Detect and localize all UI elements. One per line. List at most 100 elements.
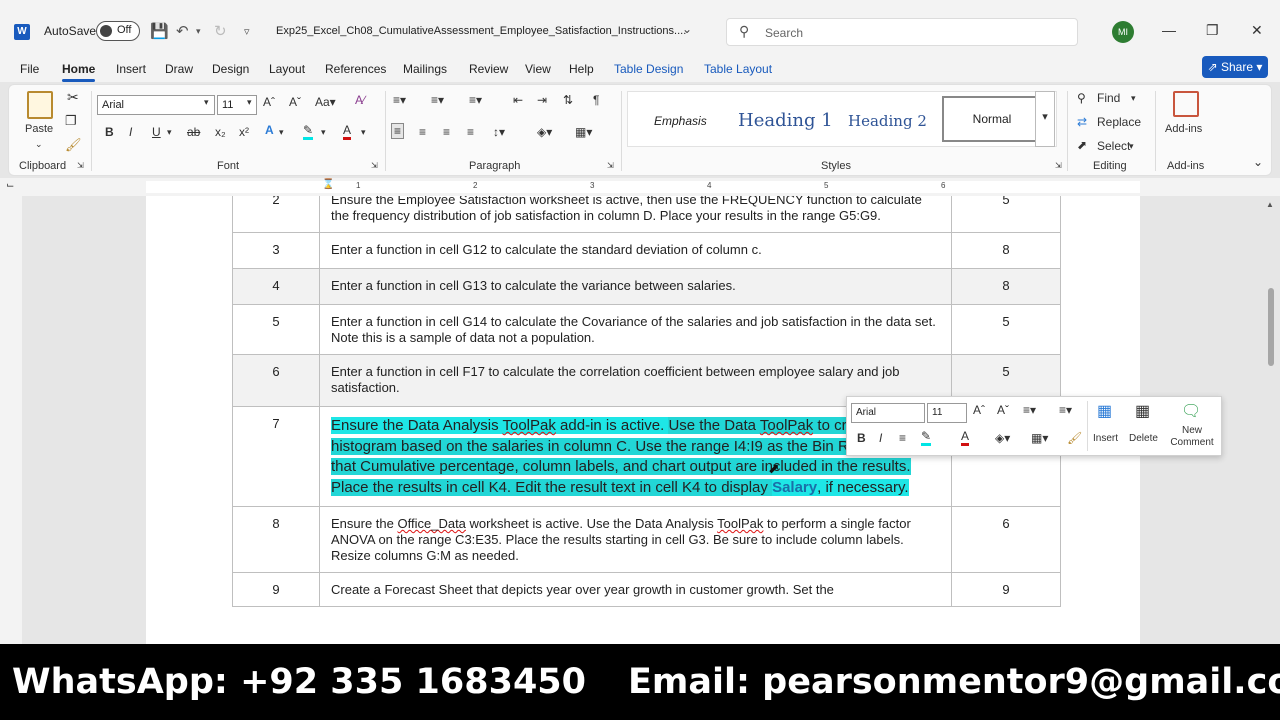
cut-icon[interactable]: ✂: [67, 89, 79, 106]
text-effects-icon[interactable]: A: [265, 123, 274, 137]
show-marks-icon[interactable]: ¶: [593, 93, 599, 107]
tab-review[interactable]: Review: [469, 62, 508, 76]
borders-icon[interactable]: ▦▾: [575, 125, 592, 139]
line-spacing-icon[interactable]: ↕▾: [493, 125, 505, 139]
add-ins-button[interactable]: Add-ins: [1165, 123, 1202, 135]
tab-layout[interactable]: Layout: [269, 62, 305, 76]
avatar[interactable]: MI: [1112, 21, 1134, 43]
find-icon[interactable]: ⚲: [1077, 91, 1086, 105]
step-text[interactable]: Ensure the Employee Satisfaction workshe…: [319, 196, 952, 233]
minimize-icon[interactable]: —: [1162, 22, 1176, 38]
step-text[interactable]: Enter a function in cell G13 to calculat…: [319, 268, 952, 305]
bullets-icon[interactable]: ≡▾: [393, 93, 406, 107]
borders-icon[interactable]: ▦▾: [1031, 431, 1048, 445]
tab-help[interactable]: Help: [569, 62, 594, 76]
replace-icon[interactable]: ⇄: [1077, 115, 1087, 129]
close-icon[interactable]: ✕: [1251, 22, 1263, 39]
tab-insert[interactable]: Insert: [116, 62, 146, 76]
tab-file[interactable]: File: [20, 62, 39, 76]
document-title[interactable]: Exp25_Excel_Ch08_CumulativeAssessment_Em…: [276, 25, 686, 37]
search-box[interactable]: ⚲ Search: [726, 18, 1078, 46]
mini-font-box[interactable]: Arial: [851, 403, 925, 423]
mini-size-box[interactable]: 11: [927, 403, 967, 423]
superscript-icon[interactable]: x²: [239, 125, 249, 139]
replace-button[interactable]: Replace: [1097, 115, 1141, 129]
tab-home[interactable]: Home: [62, 62, 96, 82]
strikethrough-icon[interactable]: ab: [187, 125, 200, 139]
shading-icon[interactable]: ◈▾: [537, 125, 552, 139]
dialog-launcher-icon[interactable]: ⇲: [77, 161, 84, 170]
format-painter-icon[interactable]: 🖌: [65, 137, 82, 153]
tab-draw[interactable]: Draw: [165, 62, 193, 76]
select-icon[interactable]: ⬈: [1077, 138, 1087, 152]
dialog-launcher-icon[interactable]: ⇲: [1055, 161, 1062, 170]
font-color-icon[interactable]: A: [961, 429, 970, 446]
indent-marker[interactable]: ⌛: [322, 179, 334, 190]
paste-icon[interactable]: [27, 91, 53, 119]
style-normal[interactable]: Normal: [942, 96, 1042, 142]
tab-view[interactable]: View: [525, 62, 551, 76]
insert-table-icon[interactable]: ▦: [1097, 401, 1112, 421]
redo-icon[interactable]: ↻: [214, 22, 227, 40]
select-dropdown-icon[interactable]: ▾: [1129, 141, 1134, 152]
styles-more-icon[interactable]: ▾: [1035, 91, 1055, 147]
highlight-dropdown-icon[interactable]: ▾: [321, 127, 326, 138]
copy-icon[interactable]: ❐: [65, 113, 77, 129]
text-effects-dropdown-icon[interactable]: ▾: [279, 127, 284, 138]
grow-font-icon[interactable]: Aˆ: [973, 403, 985, 417]
numbering-icon[interactable]: ≡▾: [431, 93, 444, 107]
align-left-icon[interactable]: ≡: [391, 123, 405, 139]
highlight-color-icon[interactable]: ✎: [303, 123, 314, 140]
subscript-icon[interactable]: x₂: [215, 125, 226, 139]
center-icon[interactable]: ≡: [899, 431, 906, 445]
bold-icon[interactable]: B: [105, 125, 114, 139]
tab-table-layout[interactable]: Table Layout: [704, 62, 772, 76]
clear-formatting-icon[interactable]: A∕: [355, 93, 365, 107]
bullets-icon[interactable]: ≡▾: [1023, 403, 1036, 417]
insert-button[interactable]: Insert: [1093, 433, 1118, 444]
bold-icon[interactable]: B: [857, 431, 866, 445]
size-dropdown-icon[interactable]: ▾: [247, 97, 252, 108]
scroll-up-icon[interactable]: ▲: [1266, 200, 1274, 209]
find-dropdown-icon[interactable]: ▾: [1131, 93, 1136, 104]
scroll-thumb[interactable]: [1268, 288, 1274, 366]
save-icon[interactable]: 💾: [150, 22, 169, 40]
style-heading-2[interactable]: Heading 2: [848, 112, 927, 130]
underline-icon[interactable]: U: [152, 125, 161, 139]
italic-icon[interactable]: I: [129, 125, 132, 139]
style-heading-1[interactable]: Heading 1: [738, 110, 833, 131]
new-comment-button[interactable]: New Comment: [1169, 425, 1215, 449]
vertical-scrollbar[interactable]: ▲: [1266, 196, 1276, 644]
underline-dropdown-icon[interactable]: ▾: [167, 127, 172, 138]
dialog-launcher-icon[interactable]: ⇲: [371, 161, 378, 170]
font-name-box[interactable]: Arial: [97, 95, 215, 115]
font-color-icon[interactable]: A: [343, 123, 352, 140]
grow-font-icon[interactable]: Aˆ: [263, 95, 275, 109]
share-button[interactable]: ⇗ Share ▾: [1202, 56, 1268, 78]
increase-indent-icon[interactable]: ⇥: [537, 93, 547, 107]
step-text[interactable]: Enter a function in cell G14 to calculat…: [319, 304, 952, 355]
customize-qat-icon[interactable]: ▿: [244, 25, 250, 38]
align-right-icon[interactable]: ≡: [443, 125, 450, 139]
shading-icon[interactable]: ◈▾: [995, 431, 1010, 445]
autosave-toggle[interactable]: Off: [96, 21, 140, 41]
highlight-color-icon[interactable]: ✎: [921, 429, 932, 446]
restore-icon[interactable]: ❐: [1206, 22, 1219, 39]
paste-dropdown-icon[interactable]: ⌄: [35, 139, 43, 150]
numbering-icon[interactable]: ≡▾: [1059, 403, 1072, 417]
undo-dropdown-icon[interactable]: ▾: [196, 26, 201, 37]
tab-mailings[interactable]: Mailings: [403, 62, 447, 76]
tab-references[interactable]: References: [325, 62, 386, 76]
chevron-down-icon[interactable]: ⌄: [682, 22, 692, 36]
step-text[interactable]: Enter a function in cell G12 to calculat…: [319, 232, 952, 269]
step-text[interactable]: Ensure the Office_Data worksheet is acti…: [319, 506, 952, 573]
font-dropdown-icon[interactable]: ▾: [204, 97, 209, 108]
sort-icon[interactable]: ⇅: [563, 93, 573, 107]
justify-icon[interactable]: ≡: [467, 125, 474, 139]
tab-selector-icon[interactable]: ⌙: [6, 180, 14, 191]
find-button[interactable]: Find: [1097, 91, 1120, 105]
delete-button[interactable]: Delete: [1129, 433, 1158, 444]
paste-button[interactable]: Paste: [25, 123, 53, 135]
change-case-icon[interactable]: Aa▾: [315, 95, 336, 109]
shrink-font-icon[interactable]: Aˇ: [289, 95, 301, 109]
